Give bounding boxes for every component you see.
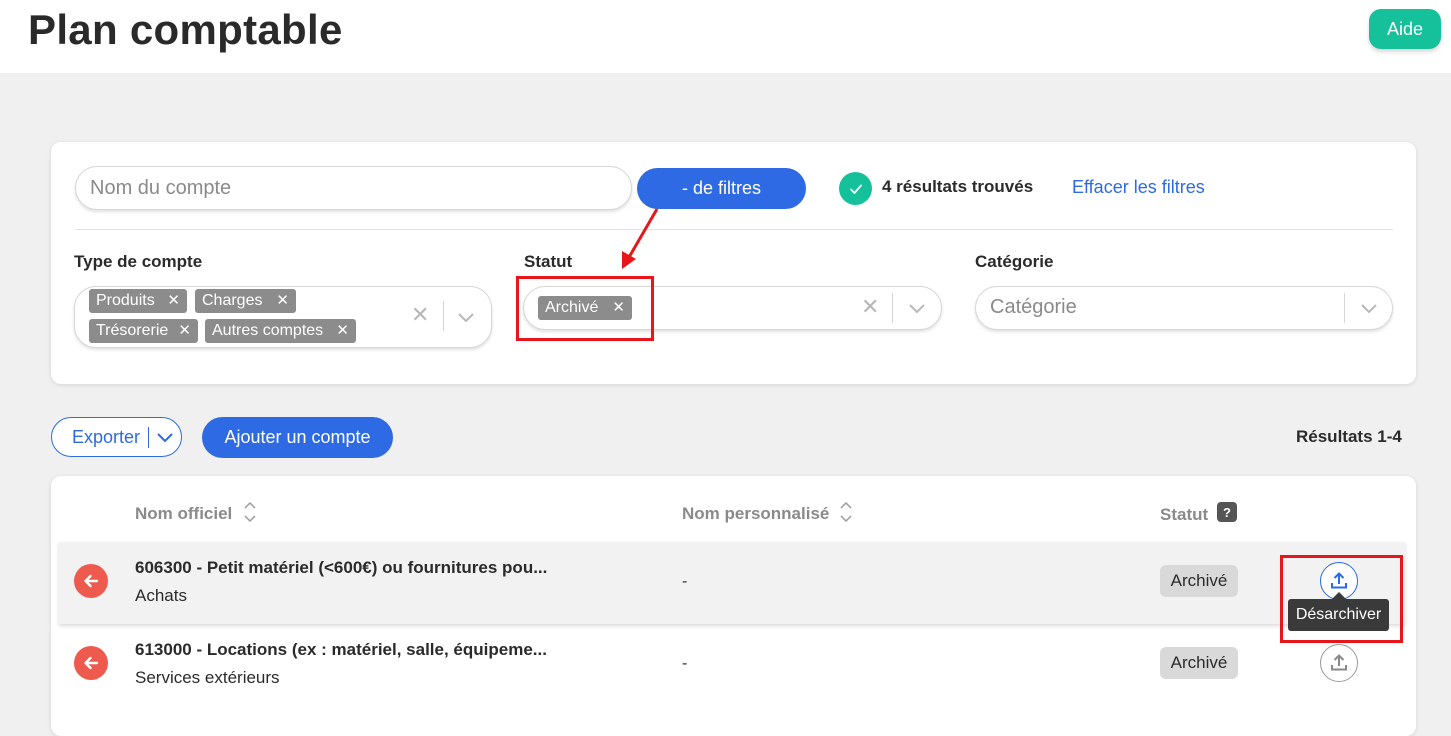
- chip-label: Trésorerie: [96, 322, 169, 339]
- chip-produits: Produits ✕: [89, 289, 187, 313]
- account-custom-name: -: [682, 655, 688, 672]
- clear-icon[interactable]: ✕: [411, 302, 429, 328]
- account-name-search-input[interactable]: [75, 166, 632, 210]
- accounts-table: Nom officiel Nom personnalisé Statut ? 6…: [51, 476, 1416, 736]
- account-category: Achats: [135, 586, 187, 605]
- account-official-name: 606300 - Petit matériel (<600€) ou fourn…: [135, 558, 548, 577]
- page-header: Plan comptable Aide: [0, 0, 1451, 73]
- annotation-arrow: [622, 208, 659, 269]
- chip-label: Produits: [96, 292, 155, 309]
- sort-icon[interactable]: [243, 501, 257, 523]
- check-icon: [839, 172, 872, 205]
- filter-divider: [75, 229, 1393, 230]
- help-icon[interactable]: ?: [1217, 502, 1237, 522]
- unarchive-button[interactable]: [1320, 644, 1358, 682]
- account-type-select[interactable]: Produits ✕ Charges ✕ Trésorerie ✕ Autres co…: [74, 286, 492, 348]
- account-official-name: 613000 - Locations (ex : matériel, salle…: [135, 640, 547, 659]
- column-header-custom-name[interactable]: Nom personnalisé: [682, 504, 829, 524]
- table-row[interactable]: 606300 - Petit matériel (<600€) ou fourn…: [59, 542, 1405, 624]
- chip-charges: Charges ✕: [195, 289, 296, 313]
- export-button[interactable]: Exporter: [51, 417, 182, 457]
- clear-icon[interactable]: ✕: [861, 294, 879, 320]
- account-custom-name: -: [682, 573, 688, 590]
- chip-autres-comptes: Autres comptes ✕: [205, 319, 356, 343]
- sort-icon[interactable]: [839, 501, 853, 523]
- chip-label: Autres comptes: [212, 322, 324, 339]
- select-separator: [1344, 293, 1345, 323]
- select-separator: [892, 293, 893, 323]
- clear-filters-link[interactable]: Effacer les filtres: [1072, 177, 1205, 198]
- export-separator: [148, 427, 149, 448]
- filter-panel: - de filtres 4 résultats trouvés Effacer…: [51, 142, 1416, 384]
- page-title: Plan comptable: [28, 6, 343, 53]
- account-type-label: Type de compte: [74, 252, 203, 271]
- table-row[interactable]: 613000 - Locations (ex : matériel, salle…: [59, 624, 1405, 706]
- export-label: Exporter: [72, 427, 141, 447]
- arrow-left-icon: [74, 564, 108, 598]
- chevron-down-icon[interactable]: [1358, 297, 1380, 319]
- status-badge: Archivé: [1160, 565, 1238, 597]
- category-label: Catégorie: [975, 252, 1054, 271]
- chevron-down-icon[interactable]: [155, 427, 175, 447]
- less-filters-button[interactable]: - de filtres: [637, 168, 806, 209]
- chevron-down-icon[interactable]: [455, 306, 477, 328]
- upload-icon: [1331, 654, 1347, 671]
- results-found-count: 4 résultats trouvés: [882, 177, 1034, 196]
- chip-remove-icon[interactable]: ✕: [276, 291, 289, 309]
- column-header-official-name[interactable]: Nom officiel: [135, 504, 232, 524]
- chip-remove-icon[interactable]: ✕: [167, 291, 180, 309]
- annotation-box-status: [516, 276, 654, 341]
- results-range: Résultats 1-4: [1296, 427, 1402, 446]
- chevron-down-icon[interactable]: [906, 297, 928, 319]
- chip-label: Charges: [202, 292, 263, 309]
- status-label: Statut: [524, 252, 573, 271]
- chip-remove-icon[interactable]: ✕: [336, 321, 349, 339]
- help-button[interactable]: Aide: [1369, 9, 1441, 49]
- arrow-left-icon: [74, 646, 108, 680]
- chip-remove-icon[interactable]: ✕: [178, 321, 191, 339]
- status-badge: Archivé: [1160, 647, 1238, 679]
- chip-tresorerie: Trésorerie ✕: [89, 319, 198, 343]
- add-account-button[interactable]: Ajouter un compte: [202, 417, 393, 458]
- category-select[interactable]: Catégorie: [975, 286, 1393, 330]
- account-category: Services extérieurs: [135, 668, 280, 687]
- select-separator: [443, 301, 444, 331]
- category-placeholder: Catégorie: [990, 296, 1077, 318]
- column-header-status: Statut: [1160, 505, 1209, 524]
- annotation-box-unarchive: [1280, 555, 1403, 643]
